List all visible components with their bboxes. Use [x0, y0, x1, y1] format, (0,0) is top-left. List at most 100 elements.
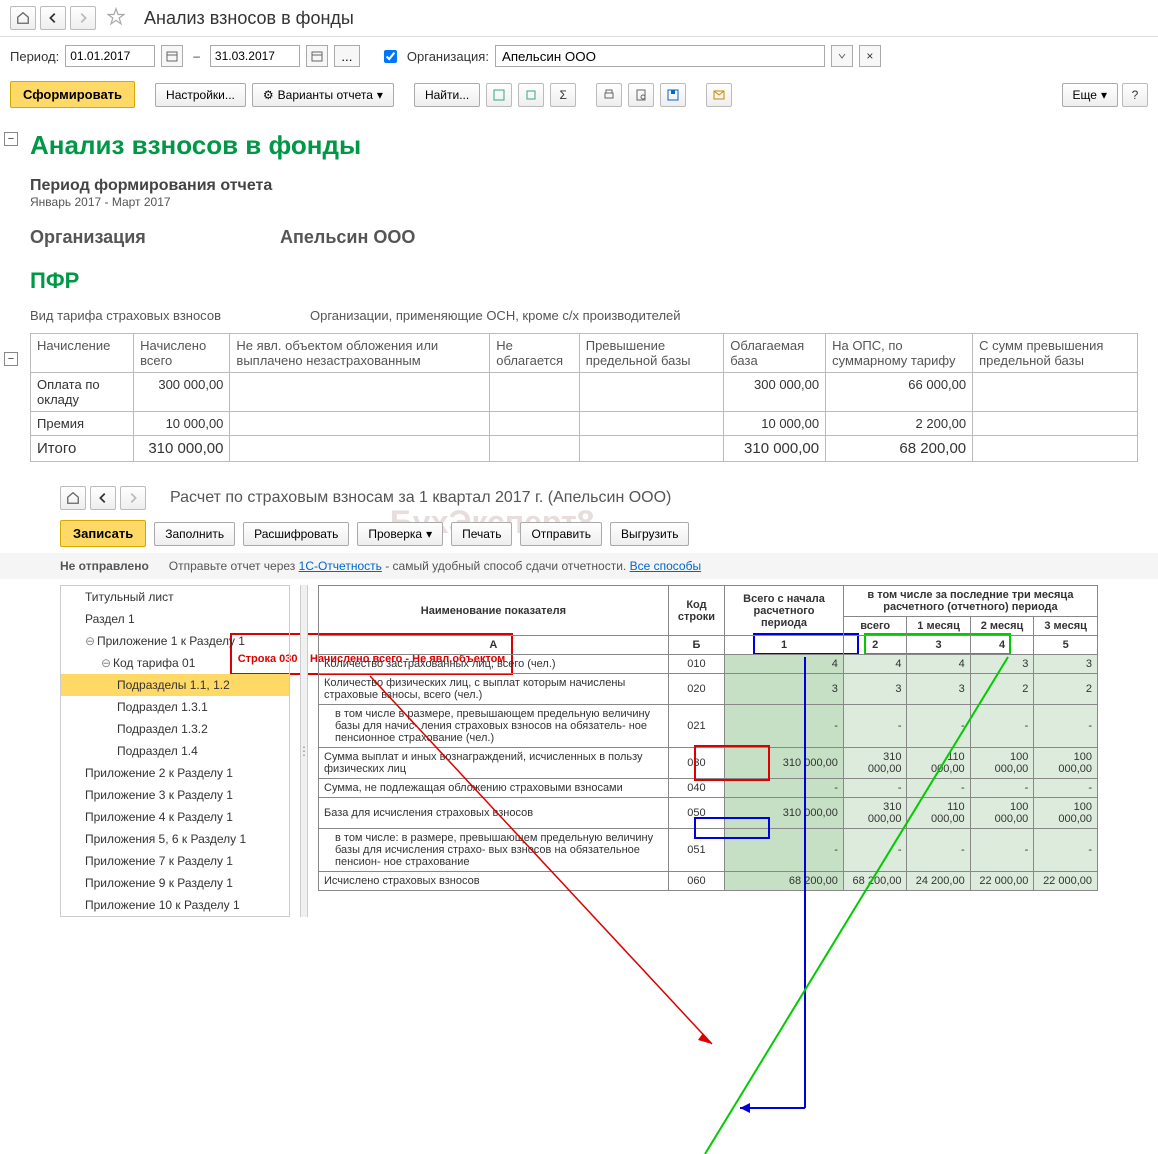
form-row: в том числе: в размере, превышающем пред…	[319, 829, 1098, 872]
tree-item-label: Раздел 1	[85, 612, 135, 626]
tree-item[interactable]: ⊖Приложение 1 к Разделу 1	[61, 630, 289, 652]
lower-forward-button[interactable]	[120, 486, 146, 510]
tree-item[interactable]: Приложение 9 к Разделу 1	[61, 872, 289, 894]
print-form-button[interactable]: Печать	[451, 522, 512, 546]
calendar-to-icon[interactable]	[306, 45, 328, 67]
tree-item[interactable]: Приложение 7 к Разделу 1	[61, 850, 289, 872]
send-button[interactable]: Отправить	[520, 522, 602, 546]
date-to-input[interactable]	[210, 45, 300, 67]
email-button[interactable]	[706, 83, 732, 107]
forward-button[interactable]	[70, 6, 96, 30]
col-header: Не явл. объектом обложения или выплачено…	[230, 334, 490, 373]
tree-item[interactable]: Приложение 10 к Разделу 1	[61, 894, 289, 916]
tree-toggle-icon[interactable]: ⊖	[101, 656, 113, 670]
period-label: Период:	[10, 49, 59, 64]
status-row: Не отправлено Отправьте отчет через 1С-О…	[0, 553, 1158, 579]
top-navbar: Анализ взносов в фонды	[0, 0, 1158, 37]
help-button[interactable]: ?	[1122, 83, 1148, 107]
report-variants-button[interactable]: ⚙Варианты отчета▾	[252, 83, 394, 107]
chevron-down-icon: ▾	[377, 88, 383, 102]
decode-button[interactable]: Расшифровать	[243, 522, 349, 546]
collapse-toggle-2[interactable]: −	[4, 352, 18, 366]
period-picker-button[interactable]: ...	[334, 45, 360, 67]
print-button[interactable]	[596, 83, 622, 107]
form-row: Исчислено страховых взносов06068 200,006…	[319, 872, 1098, 891]
tree-item-label: Приложение 10 к Разделу 1	[85, 898, 240, 912]
fill-button[interactable]: Заполнить	[154, 522, 235, 546]
report-toolbar: Сформировать Настройки... ⚙Варианты отче…	[0, 75, 1158, 114]
report-area: − − Анализ взносов в фонды Период формир…	[0, 114, 1158, 462]
collapse-button[interactable]	[518, 83, 544, 107]
org-clear-icon[interactable]: ×	[859, 45, 881, 67]
calendar-from-icon[interactable]	[161, 45, 183, 67]
lower-home-button[interactable]	[60, 486, 86, 510]
status-link2[interactable]: Все способы	[630, 559, 702, 573]
expand-button[interactable]	[486, 83, 512, 107]
col-header: С сумм превышения предельной базы	[973, 334, 1138, 373]
annotation-red-target	[694, 745, 770, 781]
tree-item[interactable]: Подраздел 1.3.1	[61, 696, 289, 718]
tree-item-label: Приложение 3 к Разделу 1	[85, 788, 233, 802]
tree-item-label: Приложение 7 к Разделу 1	[85, 854, 233, 868]
form-table-wrap: Наименование показателяКод строкиВсего с…	[318, 585, 1098, 917]
tree-item-label: Приложение 4 к Разделу 1	[85, 810, 233, 824]
find-button[interactable]: Найти...	[414, 83, 480, 107]
save-button[interactable]	[660, 83, 686, 107]
settings-button[interactable]: Настройки...	[155, 83, 246, 107]
table-row: Оплата по окладу300 000,00300 000,0066 0…	[31, 373, 1138, 412]
export-button[interactable]: Выгрузить	[610, 522, 690, 546]
org-input[interactable]	[495, 45, 825, 67]
tree-item[interactable]: Подраздел 1.3.2	[61, 718, 289, 740]
form-row: в том числе в размере, превышающем преде…	[319, 705, 1098, 748]
org-row-label: Организация	[30, 227, 280, 248]
check-button[interactable]: Проверка ▾	[357, 522, 443, 546]
generate-button[interactable]: Сформировать	[10, 81, 135, 108]
tree-item[interactable]: Подразделы 1.1, 1.2	[61, 674, 289, 696]
tariff-value: Организации, применяющие ОСН, кроме с/х …	[310, 308, 681, 323]
form-table: Наименование показателяКод строкиВсего с…	[318, 585, 1098, 891]
report-heading: Анализ взносов в фонды	[30, 130, 1138, 161]
chevron-down-icon: ▾	[1101, 88, 1107, 102]
org-row-value: Апельсин ООО	[280, 227, 415, 248]
more-button[interactable]: Еще ▾	[1062, 83, 1118, 107]
tree-item[interactable]: Приложения 5, 6 к Разделу 1	[61, 828, 289, 850]
tree-item-label: Подраздел 1.3.1	[117, 700, 208, 714]
tree-item-label: Приложения 5, 6 к Разделу 1	[85, 832, 246, 846]
star-icon[interactable]	[106, 7, 128, 29]
collapse-toggle-1[interactable]: −	[4, 132, 18, 146]
tree-toggle-icon[interactable]: ⊖	[85, 634, 97, 648]
col-header: Начислено всего	[134, 334, 230, 373]
tree-item[interactable]: Титульный лист	[61, 586, 289, 608]
preview-button[interactable]	[628, 83, 654, 107]
tariff-label: Вид тарифа страховых взносов	[30, 308, 310, 323]
tree-item[interactable]: Приложение 2 к Разделу 1	[61, 762, 289, 784]
col-header: Облагаемая база	[724, 334, 826, 373]
org-dropdown-icon[interactable]	[831, 45, 853, 67]
back-button[interactable]	[40, 6, 66, 30]
tree-item[interactable]: ⊖Код тарифа 01	[61, 652, 289, 674]
status-link1[interactable]: 1С-Отчетность	[299, 559, 382, 573]
col-header: Не облагается	[490, 334, 579, 373]
pfr-heading: ПФР	[30, 268, 1138, 294]
save-report-button[interactable]: Записать	[60, 520, 146, 547]
tree-item[interactable]: Приложение 3 к Разделу 1	[61, 784, 289, 806]
home-button[interactable]	[10, 6, 36, 30]
splitter[interactable]	[300, 585, 308, 917]
sum-button[interactable]: Σ	[550, 83, 576, 107]
org-checkbox[interactable]	[384, 50, 397, 63]
lower-back-button[interactable]	[90, 486, 116, 510]
date-separator: –	[193, 49, 200, 63]
tree-item-label: Приложение 1 к Разделу 1	[97, 634, 245, 648]
tree-item[interactable]: Приложение 4 к Разделу 1	[61, 806, 289, 828]
period-form-title: Период формирования отчета	[30, 177, 1138, 195]
section-tree: Титульный листРаздел 1⊖Приложение 1 к Ра…	[60, 585, 290, 917]
lower-title: Расчет по страховым взносам за 1 квартал…	[170, 489, 671, 507]
date-from-input[interactable]	[65, 45, 155, 67]
tree-item[interactable]: Подраздел 1.4	[61, 740, 289, 762]
accrual-table: НачислениеНачислено всегоНе явл. объекто…	[30, 333, 1138, 462]
period-form-value: Январь 2017 - Март 2017	[30, 195, 1138, 209]
tree-item-label: Подраздел 1.4	[117, 744, 198, 758]
tree-item-label: Подразделы 1.1, 1.2	[117, 678, 230, 692]
tree-item[interactable]: Раздел 1	[61, 608, 289, 630]
status-text: Не отправлено	[60, 559, 149, 573]
